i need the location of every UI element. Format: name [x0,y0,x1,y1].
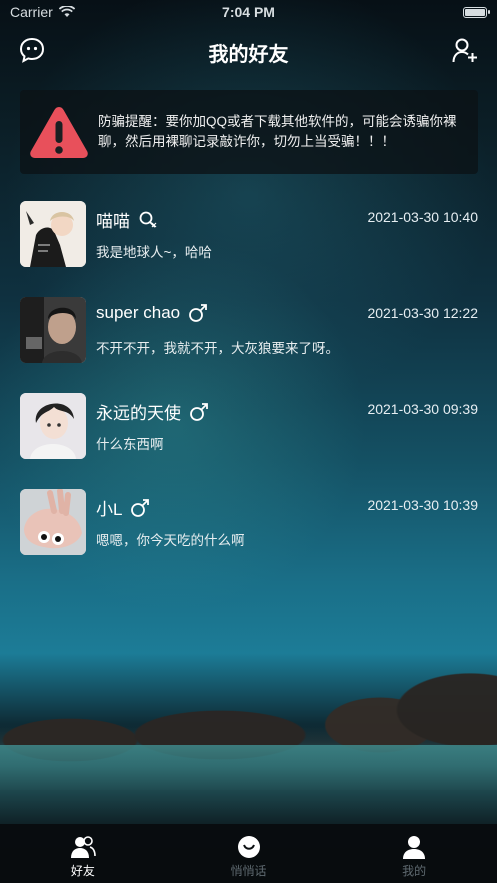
friend-name-row: super chao [96,303,208,323]
friends-icon [70,836,96,858]
friend-list-item[interactable]: 喵喵 2021-03-30 10:40 我是地球人~，哈哈 [20,201,478,267]
tab-bar: 好友 悄悄话 我的 [0,824,497,883]
tab-profile[interactable]: 我的 [331,824,497,883]
friend-time: 2021-03-30 10:40 [367,209,478,225]
nav-bar: 我的好友 [0,26,497,78]
male-symbol-icon [131,498,150,517]
friend-list-item[interactable]: super chao 2021-03-30 12:22 不开不开，我就不开，大灰… [20,297,478,363]
page-title: 我的好友 [208,44,289,66]
tab-friends[interactable]: 好友 [0,824,166,883]
friend-time: 2021-03-30 12:22 [367,305,478,321]
friend-time: 2021-03-30 09:39 [367,401,478,417]
friend-list-item[interactable]: 永远的天使 2021-03-30 09:39 什么东西啊 [20,393,478,459]
friend-list-item[interactable]: 小L 2021-03-30 10:39 嗯嗯，你今天吃的什么啊 [20,489,478,555]
friend-last-message: 不开不开，我就不开，大灰狼要来了呀。 [96,341,339,356]
friend-name-row: 小L [96,495,150,520]
male-symbol-icon [189,304,208,322]
avatar[interactable] [20,489,86,555]
avatar[interactable] [20,393,86,459]
friend-last-message: 什么东西啊 [96,437,164,452]
tab-whisper[interactable]: 悄悄话 [166,824,332,883]
friend-name-row: 喵喵 [96,207,158,232]
tab-label: 好友 [70,864,95,878]
friend-name: 永远的天使 [96,404,181,423]
search-person-icon [139,211,157,228]
friend-time: 2021-03-30 10:39 [367,497,478,513]
friend-name: 小L [96,500,123,519]
warning-text: 防骗提醒：要你加QQ或者下载其他软件的，可能会诱骗你裸聊，然后用裸聊记录敲诈你，… [98,114,457,149]
status-bar: Carrier 7:04 PM [0,0,497,26]
friend-name-row: 永远的天使 [96,399,209,424]
avatar[interactable] [20,297,86,363]
friend-last-message: 嗯嗯，你今天吃的什么啊 [96,533,245,548]
fraud-warning-banner: 防骗提醒：要你加QQ或者下载其他软件的，可能会诱骗你裸聊，然后用裸聊记录敲诈你，… [20,90,478,174]
avatar[interactable] [20,201,86,267]
tab-label: 我的 [402,864,427,878]
battery-icon [463,7,490,18]
background-water [0,745,497,825]
friend-name: 喵喵 [96,212,130,231]
male-symbol-icon [190,402,208,421]
whisper-icon [237,836,260,858]
add-user-icon[interactable] [451,36,479,64]
status-time: 7:04 PM [222,4,275,20]
friend-last-message: 我是地球人~，哈哈 [96,245,212,260]
friend-name: super chao [96,303,181,322]
tab-label: 悄悄话 [230,864,267,878]
profile-icon [403,836,426,859]
alert-triangle-icon [30,107,88,158]
